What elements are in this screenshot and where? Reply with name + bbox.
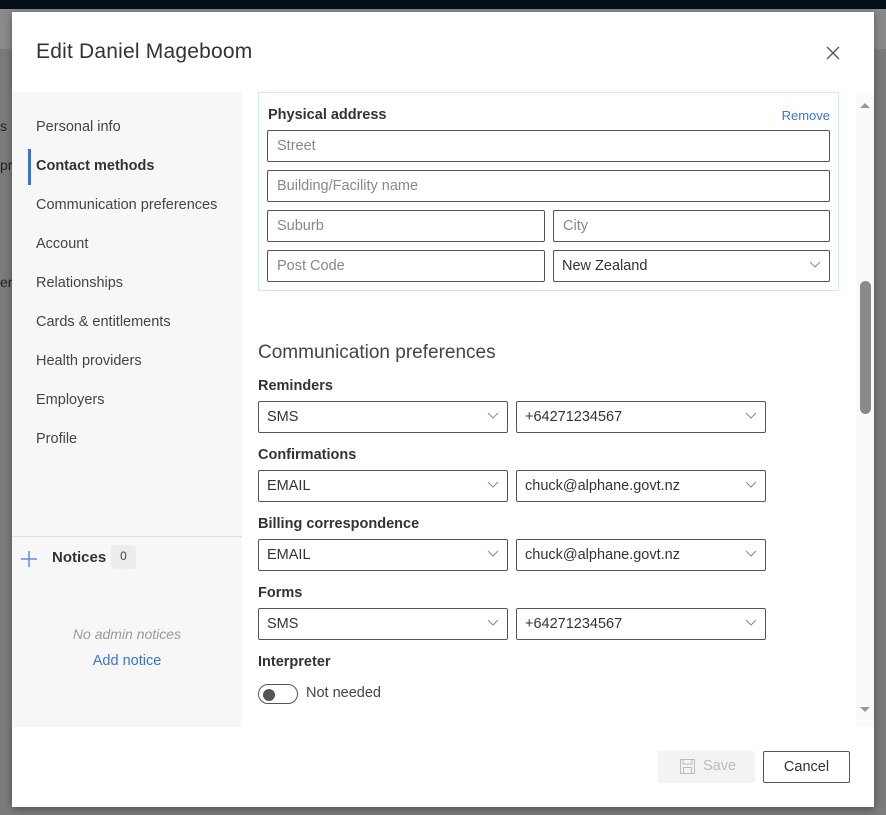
sidebar-item-relationships[interactable]: Relationships (36, 275, 123, 291)
interpreter-toggle-label: Not needed (306, 685, 381, 701)
sidebar-item-cards-entitlements[interactable]: Cards & entitlements (36, 314, 171, 330)
sidebar-item-account[interactable]: Account (36, 236, 88, 252)
scroll-up-arrow-icon[interactable] (860, 103, 870, 108)
add-notice-link[interactable]: Add notice (12, 653, 242, 669)
chevron-down-icon (745, 550, 757, 557)
chevron-down-icon (487, 619, 499, 626)
confirmations-method-value: EMAIL (267, 478, 311, 494)
billing-method-value: EMAIL (267, 547, 311, 563)
interpreter-label: Interpreter (258, 654, 331, 670)
sidebar-item-contact-methods[interactable]: Contact methods (36, 158, 154, 174)
empty-notices-text: No admin notices (72, 626, 182, 642)
content-panel: Physical address Remove New Zealand Comm… (258, 92, 858, 727)
billing-contact-select[interactable]: chuck@alphane.govt.nz (516, 539, 766, 571)
communication-preferences-title: Communication preferences (258, 342, 496, 363)
close-icon[interactable] (824, 44, 842, 62)
postcode-input[interactable] (267, 250, 545, 282)
reminders-contact-select[interactable]: +64271234567 (516, 401, 766, 433)
sidebar-item-profile[interactable]: Profile (36, 431, 77, 447)
floppy-disk-icon (680, 759, 695, 774)
chevron-down-icon (487, 412, 499, 419)
country-value: New Zealand (562, 258, 648, 274)
confirmations-method-select[interactable]: EMAIL (258, 470, 508, 502)
physical-address-card: Physical address Remove New Zealand (258, 92, 839, 291)
scrollbar-thumb[interactable] (860, 281, 871, 414)
forms-method-select[interactable]: SMS (258, 608, 508, 640)
forms-contact-value: +64271234567 (525, 616, 623, 632)
chevron-down-icon (745, 619, 757, 626)
chevron-down-icon (745, 412, 757, 419)
sidebar-item-communication-preferences[interactable]: Communication preferences (36, 197, 217, 213)
background-text: s (0, 118, 7, 134)
content-scrollbar[interactable] (856, 92, 874, 727)
sidebar-divider (12, 536, 242, 537)
confirmations-label: Confirmations (258, 447, 357, 463)
interpreter-toggle[interactable] (258, 684, 298, 704)
edit-patient-modal: Edit Daniel Mageboom Personal info Conta… (12, 12, 874, 807)
notices-heading: Notices (52, 549, 107, 566)
forms-contact-select[interactable]: +64271234567 (516, 608, 766, 640)
reminders-label: Reminders (258, 378, 333, 394)
sidebar-item-employers[interactable]: Employers (36, 392, 105, 408)
plus-icon[interactable] (20, 550, 38, 568)
physical-address-title: Physical address (268, 107, 387, 123)
reminders-contact-value: +64271234567 (525, 409, 623, 425)
scroll-down-arrow-icon[interactable] (860, 707, 870, 712)
chevron-down-icon (809, 261, 821, 268)
save-label: Save (703, 758, 737, 774)
city-input[interactable] (553, 210, 830, 242)
notices-count-badge: 0 (111, 545, 136, 569)
background-text: pr (0, 157, 13, 173)
toggle-knob (263, 689, 275, 701)
chevron-down-icon (487, 481, 499, 488)
modal-title: Edit Daniel Mageboom (36, 40, 253, 63)
reminders-method-select[interactable]: SMS (258, 401, 508, 433)
forms-method-value: SMS (267, 616, 299, 632)
billing-label: Billing correspondence (258, 516, 420, 532)
forms-label: Forms (258, 585, 303, 601)
remove-address-link[interactable]: Remove (782, 108, 830, 123)
country-select[interactable]: New Zealand (553, 250, 830, 282)
save-button[interactable]: Save (658, 751, 755, 783)
sidebar-nav: Personal info Contact methods Communicat… (12, 92, 242, 727)
billing-contact-value: chuck@alphane.govt.nz (525, 547, 680, 563)
chevron-down-icon (487, 550, 499, 557)
street-input[interactable] (267, 130, 830, 162)
active-indicator (28, 149, 31, 185)
sidebar-item-health-providers[interactable]: Health providers (36, 353, 142, 369)
background-text: er (0, 274, 13, 290)
confirmations-contact-value: chuck@alphane.govt.nz (525, 478, 680, 494)
reminders-method-value: SMS (267, 409, 299, 425)
building-input[interactable] (267, 170, 830, 202)
suburb-input[interactable] (267, 210, 545, 242)
confirmations-contact-select[interactable]: chuck@alphane.govt.nz (516, 470, 766, 502)
app-top-bar (0, 0, 886, 9)
billing-method-select[interactable]: EMAIL (258, 539, 508, 571)
cancel-button[interactable]: Cancel (763, 751, 850, 783)
sidebar-item-personal-info[interactable]: Personal info (36, 119, 121, 135)
chevron-down-icon (745, 481, 757, 488)
